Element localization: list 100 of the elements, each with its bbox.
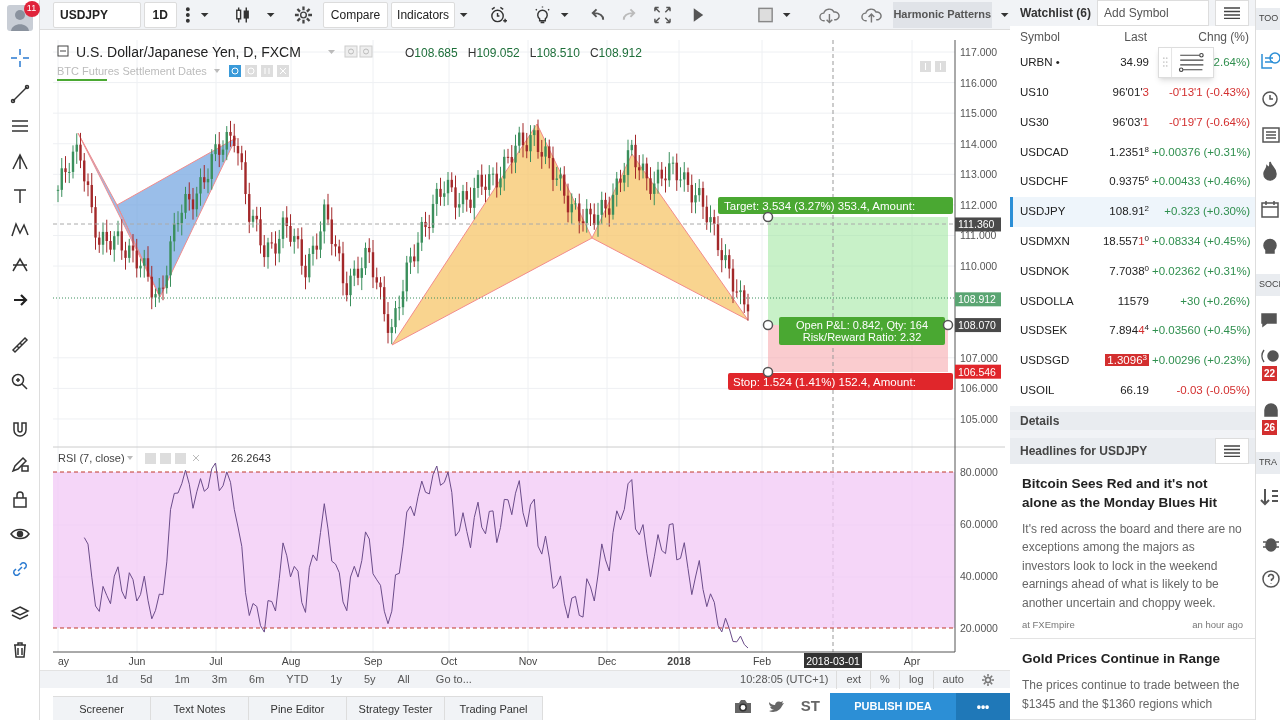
panel-tab[interactable]: Screener: [53, 697, 151, 720]
symbol-field[interactable]: USDJPY: [53, 1, 141, 28]
indicators-button[interactable]: Indicators: [390, 1, 456, 28]
panel-tab[interactable]: Trading Panel: [445, 697, 543, 720]
column-settings-button[interactable]: [1158, 47, 1214, 78]
watchlist-row[interactable]: US10 96'01'3 -0'13'1 (-0.43%): [1010, 77, 1255, 108]
symbol-cell-text: URBN •: [1020, 55, 1060, 71]
sort-icon[interactable]: [1259, 486, 1280, 508]
news-card[interactable]: [1010, 463, 1255, 640]
clock-label: 10:28:05 (UTC+1): [740, 672, 829, 688]
time-label: Jul: [209, 655, 223, 667]
range-button[interactable]: 1m: [163, 670, 201, 689]
last-price-cell-text: 34.99: [1120, 55, 1149, 71]
drag-handle[interactable]: [942, 319, 954, 331]
last-price-cell-text: 18.5571$^{0}$: [1102, 233, 1149, 250]
time-label: Dec: [597, 655, 617, 667]
ohlc-reading: O108.685: [405, 46, 458, 60]
watchlist-icon[interactable]: [1259, 50, 1280, 72]
range-button[interactable]: 1d: [95, 670, 130, 689]
range-button[interactable]: YTD: [275, 670, 320, 689]
watchlist-row[interactable]: USDCAD 1.2351$^{8}$ +0.00376 (+0.31%): [1010, 137, 1255, 168]
interval-button[interactable]: 1D: [143, 1, 177, 28]
scale-option[interactable]: ext: [836, 670, 871, 689]
news-source[interactable]: at FXEmpire: [1022, 618, 1075, 633]
section-label: TOO: [1256, 8, 1280, 30]
rsi-tick: 20.0000: [960, 622, 998, 634]
price-tick: 115.000: [960, 107, 998, 120]
pencil-lock-icon[interactable]: [9, 454, 30, 474]
range-button[interactable]: 1y: [319, 670, 353, 689]
watchlist-row[interactable]: USDSEK 7.8944$^{4}$ +0.03560 (+0.45%): [1010, 316, 1255, 346]
details-header[interactable]: Details: [1010, 411, 1255, 430]
column-header[interactable]: Last: [1124, 28, 1147, 46]
scale-option[interactable]: %: [870, 670, 899, 689]
price-tick: 105.000: [960, 412, 998, 425]
panel-tab[interactable]: Strategy Tester: [347, 697, 445, 720]
crosshair-icon[interactable]: [9, 48, 30, 68]
count-badge: 26: [1262, 420, 1278, 435]
watchlist-row[interactable]: USDCHF 0.9375$^{6}$ +0.00433 (+0.46%): [1010, 167, 1255, 197]
scale-option[interactable]: auto: [932, 670, 973, 689]
more-button[interactable]: •••: [956, 693, 1010, 720]
watchlist-row[interactable]: USDJPY 108.91$^{2}$ +0.323 (+0.30%): [1010, 197, 1255, 227]
watchlist-row[interactable]: USOIL 66.19 -0.03 (-0.05%): [1010, 375, 1255, 406]
watchlist-row[interactable]: USDSGD 1.3096$^{3}$ +0.00296 (+0.23%): [1010, 345, 1255, 376]
column-header[interactable]: Chng (%): [1198, 28, 1249, 46]
watchlist-row[interactable]: USDMXN 18.5571$^{0}$ +0.08334 (+0.45%): [1010, 226, 1255, 257]
pitchfork-icon[interactable]: [9, 152, 30, 172]
more-icon[interactable]: [184, 4, 191, 25]
range-button[interactable]: 5d: [129, 670, 164, 689]
add-symbol-field[interactable]: Add Symbol: [1097, 0, 1209, 26]
range-button[interactable]: 5y: [352, 670, 387, 689]
calendar-icon[interactable]: [1259, 198, 1280, 220]
ruler-icon[interactable]: [9, 335, 30, 355]
last-price-cell-text: 11579: [1117, 293, 1149, 309]
range-button[interactable]: 6m: [238, 670, 276, 689]
rectangle-icon[interactable]: [756, 5, 774, 24]
camera-icon[interactable]: [732, 697, 753, 715]
news-title[interactable]: Gold Prices Continue in Range: [1022, 649, 1243, 669]
drag-handle[interactable]: [762, 366, 774, 378]
price-tick: 117.000: [960, 46, 998, 58]
range-button[interactable]: All: [386, 670, 421, 689]
template-button[interactable]: Harmonic Patterns: [893, 1, 992, 28]
alarm-icon[interactable]: [1259, 88, 1280, 110]
watchlist-row[interactable]: USDOLLA 11579 +30 (+0.26%): [1010, 286, 1255, 317]
watchlist-row[interactable]: URBN • 34.99 2.64%): [1010, 48, 1255, 78]
range-button[interactable]: 3m: [200, 670, 239, 689]
list-menu-button[interactable]: [1215, 0, 1249, 26]
stocktwits-link[interactable]: ST: [800, 694, 820, 718]
price-tick: 113.000: [960, 168, 998, 181]
watchlist-row[interactable]: USDNOK 7.7038$^{0}$ +0.02362 (+0.31%): [1010, 256, 1255, 287]
watchlist-row[interactable]: US30 96'03'1 -0'19'7 (-0.64%): [1010, 107, 1255, 138]
price-tick: 107.000: [960, 351, 998, 364]
help-icon[interactable]: [1259, 568, 1280, 590]
range-button[interactable]: Go to...: [424, 670, 483, 689]
fullscreen-icon[interactable]: [652, 4, 672, 25]
news-card[interactable]: Gold Prices Continue in Range The prices continue to trade between the $1345 and the $1360 regions which: [1010, 639, 1255, 720]
compare-button[interactable]: Compare: [323, 1, 388, 28]
change-cell-text: +0.08334 (+0.45%): [1152, 234, 1251, 250]
rsi-value: 26.2643: [231, 452, 271, 464]
time-label: Aug: [281, 655, 301, 667]
symbol-cell-text: USDCHF: [1020, 174, 1068, 190]
alarm-icon[interactable]: [488, 4, 508, 25]
scale-option[interactable]: log: [898, 670, 933, 689]
drag-handle[interactable]: [762, 319, 774, 331]
list-icon[interactable]: [1259, 124, 1280, 146]
stop-label[interactable]: Stop: 1.524 (1.41%) 152.4, Amount:: [728, 373, 953, 390]
panel-tab[interactable]: Pine Editor: [249, 697, 347, 720]
list-menu-button[interactable]: [1215, 437, 1249, 464]
collapse-icon[interactable]: [57, 45, 69, 57]
settings-icon[interactable]: [981, 672, 995, 687]
zoom-in-icon[interactable]: [9, 372, 30, 392]
drag-handle[interactable]: [762, 211, 774, 223]
panel-tab[interactable]: Text Notes: [151, 697, 249, 720]
settings-icon[interactable]: [294, 4, 314, 25]
column-header[interactable]: Symbol: [1020, 28, 1060, 46]
change-cell-text: +0.02362 (+0.31%): [1152, 263, 1251, 279]
change-cell-text: 2.64%): [1213, 55, 1250, 71]
news-title[interactable]: Bitcoin Sees Red and it's not alone as the Monday Blues Hit: [1022, 473, 1243, 512]
publish-idea-button[interactable]: PUBLISH IDEA: [830, 693, 956, 720]
trend-line-icon[interactable]: [9, 84, 30, 104]
price-tag: 111.360: [955, 217, 1001, 232]
